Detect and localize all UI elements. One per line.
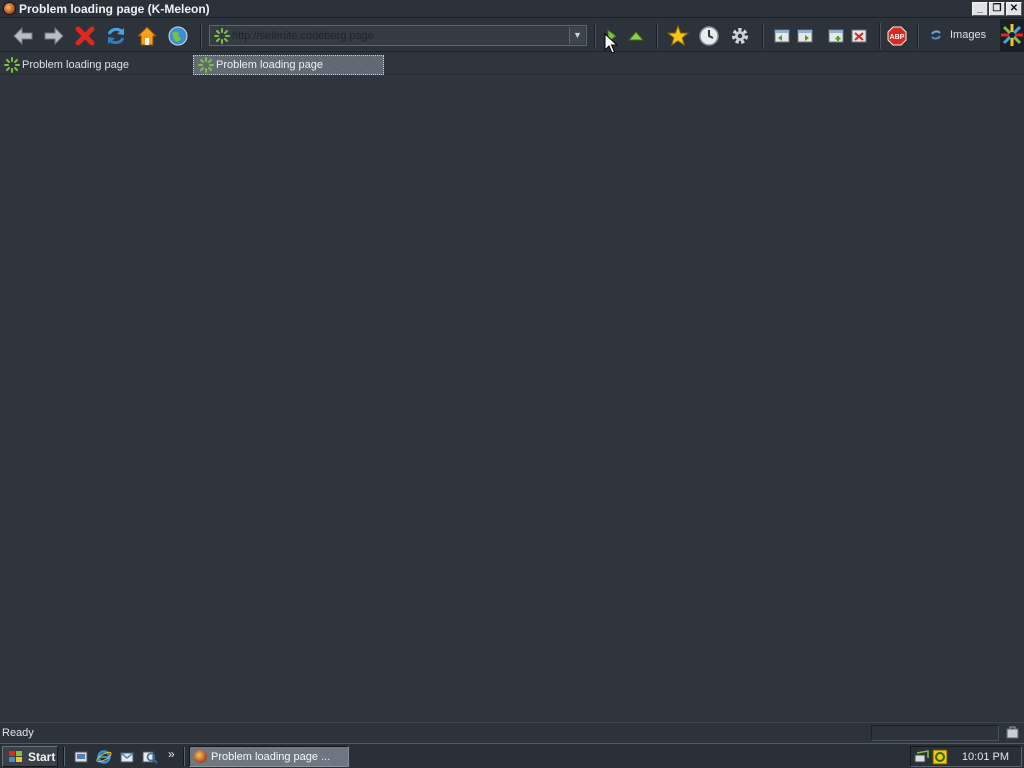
close-window-icon [851, 29, 867, 43]
url-text[interactable]: http://selenite.codeberg.page [232, 30, 374, 42]
page-content-area[interactable] [0, 76, 1024, 722]
toolbar-separator [762, 23, 764, 49]
taskbar-window-kmeleon[interactable]: Problem loading page ... [189, 746, 349, 767]
stop-button[interactable] [72, 23, 98, 49]
history-button[interactable] [696, 23, 722, 49]
adblock-icon: ABP [887, 26, 907, 46]
gear-icon [732, 28, 748, 44]
show-desktop-icon [74, 751, 88, 763]
mail-icon [120, 752, 134, 763]
quicklaunch-ie[interactable] [95, 748, 113, 766]
network-icon [914, 750, 929, 763]
tab-2-active[interactable]: Problem loading page [193, 55, 384, 75]
tab-label: Problem loading page [22, 59, 130, 71]
taskbar-separator [63, 747, 65, 766]
sync-icon [932, 749, 948, 765]
windows-logo-icon [9, 750, 22, 762]
svg-text:ABP: ABP [890, 34, 905, 41]
kmeleon-app-icon [194, 750, 207, 763]
tab-1[interactable]: Problem loading page [0, 55, 190, 75]
window-back-icon [774, 29, 790, 43]
forward-arrow-icon [44, 26, 64, 46]
loading-spinner-icon [198, 57, 214, 73]
quicklaunch-desktop[interactable] [72, 748, 90, 766]
forward-button[interactable] [41, 23, 67, 49]
adblock-button[interactable]: ABP [884, 23, 910, 49]
window-forward-icon [797, 29, 813, 43]
layer-next-button[interactable] [792, 23, 818, 49]
toolbar-separator [200, 23, 202, 49]
internet-explorer-icon [96, 750, 112, 764]
start-label: Start [28, 749, 56, 764]
toolbar-separator [594, 23, 596, 49]
status-text: Ready [2, 727, 34, 739]
loading-spinner-icon [4, 57, 20, 73]
clock-icon [699, 26, 719, 46]
back-arrow-icon [13, 26, 33, 46]
quicklaunch-search[interactable] [141, 748, 159, 766]
loading-spinner-icon [214, 28, 230, 44]
system-tray: 10:01 PM [910, 746, 1022, 767]
status-bar: Ready [0, 722, 1024, 742]
url-dropdown-button[interactable]: ▼ [569, 27, 585, 44]
address-bar[interactable]: http://selenite.codeberg.page ▼ [209, 25, 587, 46]
tab-label: Problem loading page [216, 59, 324, 71]
stop-icon [75, 26, 95, 46]
page-info-icon [1006, 726, 1019, 739]
window-title: Problem loading page (K-Meleon) [19, 2, 210, 16]
progress-panel [871, 725, 999, 741]
tray-network[interactable] [914, 749, 930, 765]
close-window-button[interactable]: ✕ [1006, 2, 1022, 16]
close-layer-button[interactable] [846, 23, 872, 49]
taskbar-separator [183, 747, 185, 766]
start-button[interactable]: Start [2, 746, 58, 767]
title-bar: Problem loading page (K-Meleon) _ ❐ ✕ [0, 0, 1024, 18]
quicklaunch-chevron[interactable]: » [168, 747, 175, 761]
reload-icon [107, 27, 125, 45]
restore-button[interactable]: ❐ [989, 2, 1005, 16]
globe-button[interactable] [165, 23, 191, 49]
mouse-cursor-icon [604, 33, 618, 54]
home-icon [136, 26, 158, 46]
taskbar-clock[interactable]: 10:01 PM [962, 751, 1009, 763]
images-label: Images [950, 29, 987, 41]
toolbar-separator [879, 23, 881, 49]
settings-button[interactable] [727, 23, 753, 49]
tab-bar: Problem loading page Problem loading pag… [0, 53, 1024, 75]
tray-sync[interactable] [932, 749, 948, 765]
throbber-icon [1001, 24, 1023, 46]
images-toggle[interactable]: Images [929, 28, 986, 42]
search-icon [142, 751, 158, 764]
toolbar-separator [656, 23, 658, 49]
security-status-icon[interactable] [1004, 725, 1022, 741]
up-button[interactable] [623, 23, 649, 49]
bookmarks-button[interactable] [665, 23, 691, 49]
star-icon [667, 25, 689, 47]
globe-icon [168, 26, 188, 46]
reload-button[interactable] [103, 23, 129, 49]
new-window-icon [828, 29, 844, 43]
taskbar: Start » Problem loading page ... 10:01 P… [0, 743, 1024, 768]
home-button[interactable] [134, 23, 160, 49]
quicklaunch-outlook[interactable] [118, 748, 136, 766]
minimize-button[interactable]: _ [972, 2, 988, 16]
images-refresh-icon [931, 30, 941, 40]
toolbar-separator [917, 23, 919, 49]
up-icon [627, 31, 645, 41]
back-button[interactable] [10, 23, 36, 49]
taskbar-window-label: Problem loading page ... [211, 750, 331, 763]
throbber [1000, 19, 1024, 52]
kmeleon-app-icon[interactable] [3, 2, 16, 15]
